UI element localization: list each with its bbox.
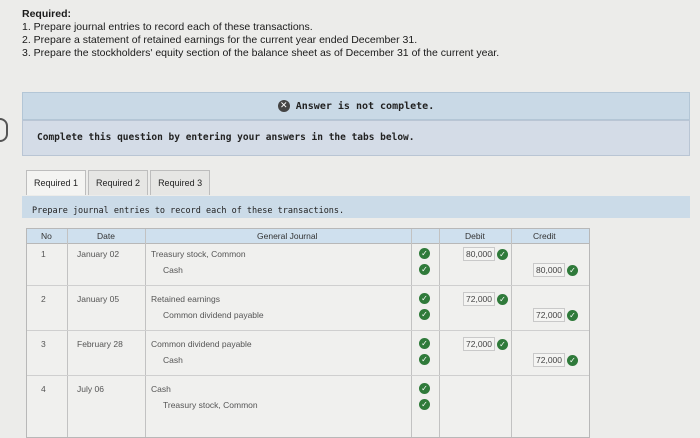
instruction-text: Complete this question by entering your … — [37, 132, 415, 143]
credit-value[interactable]: 72,000 — [533, 308, 565, 322]
correct-check-icon: ✓ — [419, 309, 430, 320]
left-bracket-decoration — [0, 118, 8, 142]
credit-amount[interactable]: 72,000 ✓ — [533, 308, 578, 322]
account-title[interactable]: Retained earnings — [151, 294, 220, 304]
answer-status-text: Answer is not complete. — [295, 100, 435, 112]
header-no: No — [41, 231, 52, 241]
correct-check-icon: ✓ — [497, 248, 508, 260]
instruction-panel: Complete this question by entering your … — [22, 120, 690, 156]
column-divider — [439, 229, 440, 437]
entry-number: 2 — [41, 294, 46, 304]
debit-value[interactable]: 72,000 — [463, 337, 495, 351]
entry-number: 3 — [41, 339, 46, 349]
correct-check-icon: ✓ — [419, 354, 430, 365]
column-divider — [511, 229, 512, 437]
row-divider — [27, 285, 589, 286]
correct-check-icon: ✓ — [419, 338, 430, 349]
entry-number: 1 — [41, 249, 46, 259]
answer-status-banner: ✕ Answer is not complete. — [22, 92, 690, 120]
tab-required-2[interactable]: Required 2 — [88, 170, 149, 195]
entry-number: 4 — [41, 384, 46, 394]
required-item-1: 1. Prepare journal entries to record eac… — [22, 21, 313, 33]
correct-check-icon: ✓ — [419, 248, 430, 259]
debit-value[interactable]: 72,000 — [463, 292, 495, 306]
column-divider — [67, 229, 68, 437]
account-title[interactable]: Common dividend payable — [151, 339, 252, 349]
account-title[interactable]: Cash — [163, 265, 183, 275]
correct-check-icon: ✓ — [567, 354, 578, 366]
tab-required-1[interactable]: Required 1 — [26, 170, 87, 195]
credit-amount[interactable]: 80,000 ✓ — [533, 263, 578, 277]
account-title[interactable]: Treasury stock, Common — [163, 400, 258, 410]
row-divider — [27, 375, 589, 376]
debit-amount[interactable]: 72,000 ✓ — [463, 292, 508, 306]
credit-amount[interactable]: 72,000 ✓ — [533, 353, 578, 367]
correct-check-icon: ✓ — [497, 293, 508, 305]
correct-check-icon: ✓ — [419, 264, 430, 275]
correct-check-icon: ✓ — [419, 383, 430, 394]
required-heading: Required: — [22, 8, 72, 20]
correct-check-icon: ✓ — [497, 338, 508, 350]
entry-date[interactable]: February 28 — [77, 339, 123, 349]
correct-check-icon: ✓ — [419, 293, 430, 304]
tab-bar: Required 1 Required 2 Required 3 — [26, 170, 212, 195]
required-item-2: 2. Prepare a statement of retained earni… — [22, 34, 418, 46]
general-journal-table: No Date General Journal Debit Credit 1 Ja… — [26, 228, 590, 438]
debit-amount[interactable]: 80,000 ✓ — [463, 247, 508, 261]
account-title[interactable]: Common dividend payable — [163, 310, 264, 320]
column-divider — [411, 229, 412, 437]
subheading-text: Prepare journal entries to record each o… — [32, 206, 345, 216]
correct-check-icon: ✓ — [567, 309, 578, 321]
credit-value[interactable]: 72,000 — [533, 353, 565, 367]
account-title[interactable]: Cash — [151, 384, 171, 394]
tab-required-3[interactable]: Required 3 — [150, 170, 211, 195]
correct-check-icon: ✓ — [567, 264, 578, 276]
debit-amount[interactable]: 72,000 ✓ — [463, 337, 508, 351]
header-debit: Debit — [465, 231, 485, 241]
column-divider — [145, 229, 146, 437]
correct-check-icon: ✓ — [419, 399, 430, 410]
debit-value[interactable]: 80,000 — [463, 247, 495, 261]
entry-date[interactable]: July 06 — [77, 384, 104, 394]
account-title[interactable]: Cash — [163, 355, 183, 365]
required-section: Required: 1. Prepare journal entries to … — [22, 8, 499, 60]
required-item-3: 3. Prepare the stockholders' equity sect… — [22, 47, 500, 59]
entry-date[interactable]: January 05 — [77, 294, 119, 304]
header-credit: Credit — [533, 231, 556, 241]
header-general-journal: General Journal — [257, 231, 318, 241]
x-circle-icon: ✕ — [277, 100, 290, 112]
entry-date[interactable]: January 02 — [77, 249, 119, 259]
credit-value[interactable]: 80,000 — [533, 263, 565, 277]
row-divider — [27, 330, 589, 331]
table-header: No Date General Journal Debit Credit — [27, 229, 589, 244]
tab-subheading: Prepare journal entries to record each o… — [22, 196, 690, 218]
account-title[interactable]: Treasury stock, Common — [151, 249, 246, 259]
header-date: Date — [97, 231, 115, 241]
